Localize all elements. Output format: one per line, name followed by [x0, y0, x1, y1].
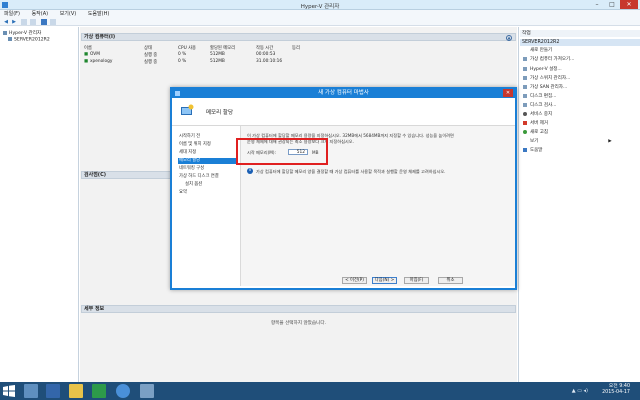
wizard-close-button[interactable]: ✕ — [503, 89, 513, 97]
cancel-button[interactable]: 취소 — [438, 277, 463, 284]
highlight-annotation — [236, 138, 328, 165]
actions-header: 작업 — [520, 30, 640, 37]
excel-icon[interactable] — [92, 384, 106, 398]
memory-info-text: 가상 컴퓨터에 할당할 메모리 양을 결정할 때 가상 컴퓨터를 사용할 목적과… — [256, 169, 446, 174]
action-label: 서비스 중지 — [530, 112, 553, 117]
monitor-icon — [181, 104, 194, 115]
action-label: 디스크 편집... — [530, 94, 557, 99]
new-vm-wizard: 새 가상 컴퓨터 마법사 ✕ 메모리 할당 시작하기 전 이름 및 위치 지정 … — [170, 87, 517, 290]
action-view[interactable]: 보기 ▶ — [523, 138, 612, 145]
file-explorer-icon[interactable] — [69, 384, 83, 398]
action-import[interactable]: 가상 컴퓨터 가져오기... — [523, 56, 574, 63]
toolbar: ◀ ▶ — [0, 18, 640, 26]
tree-server-label: SERVER2012R2 — [14, 37, 50, 43]
taskbar: ▲ ▭ ◂) 오전 9:40 2015-04-17 — [0, 382, 640, 400]
import-icon — [523, 56, 527, 61]
tree-server[interactable]: SERVER2012R2 — [8, 37, 50, 43]
action-stop-service[interactable]: 서비스 중지 — [523, 111, 552, 118]
action-hyperv-settings[interactable]: Hyper-V 설정... — [523, 66, 562, 73]
action-remove-server[interactable]: 서버 제거 — [523, 120, 548, 127]
powershell-icon[interactable] — [46, 384, 60, 398]
menu-help[interactable]: 도움말(H) — [88, 10, 109, 18]
title-bar: Hyper-V 관리자 – □ ✕ — [0, 0, 640, 10]
tree-root[interactable]: Hyper-V 관리자 — [3, 30, 41, 36]
action-label: 도움말 — [530, 148, 543, 153]
close-button[interactable]: ✕ — [620, 0, 638, 9]
server-manager-icon[interactable] — [24, 384, 38, 398]
wizard-heading: 메모리 할당 — [206, 110, 234, 116]
hyperv-manager-taskbar-icon[interactable] — [140, 384, 154, 398]
settings-icon — [523, 66, 527, 71]
nav-name-location[interactable]: 이름 및 위치 지정 — [178, 142, 236, 148]
console-tree: Hyper-V 관리자 SERVER2012R2 — [0, 27, 79, 382]
forward-arrow-icon[interactable]: ▶ — [11, 19, 17, 25]
nav-summary[interactable]: 요약 — [178, 190, 236, 196]
nav-before-you-begin[interactable]: 시작하기 전 — [178, 134, 236, 140]
switch-icon — [523, 75, 527, 80]
wizard-header: 메모리 할당 — [172, 98, 515, 126]
finish-button[interactable]: 마침(F) — [404, 277, 429, 284]
action-new[interactable]: 새로 만들기 — [523, 47, 552, 54]
properties-icon[interactable] — [30, 19, 36, 25]
wizard-title: 새 가상 컴퓨터 마법사 — [318, 90, 369, 96]
menu-view[interactable]: 보기(V) — [60, 10, 77, 18]
actions-server-header[interactable]: SERVER2012R2 — [520, 39, 640, 46]
submenu-arrow-icon: ▶ — [608, 139, 612, 144]
nav-install-options[interactable]: 설치 옵션 — [184, 182, 242, 188]
action-virtual-switch[interactable]: 가상 스위치 관리자... — [523, 75, 570, 82]
action-refresh[interactable]: 새로 고침 — [523, 129, 548, 136]
action-label: 서버 제거 — [530, 121, 548, 126]
windows-start-icon[interactable] — [3, 385, 15, 397]
action-inspect-disk[interactable]: 디스크 검사... — [523, 102, 556, 109]
nav-generation[interactable]: 세대 지정 — [178, 150, 236, 156]
action-virtual-san[interactable]: 가상 SAN 관리자... — [523, 84, 567, 91]
nav-memory[interactable]: 메모리 할당 — [178, 158, 236, 164]
next-button[interactable]: 다음(N) > — [372, 277, 397, 284]
action-label: 가상 스위치 관리자... — [530, 76, 571, 81]
action-label: 새로 고침 — [530, 130, 548, 135]
wizard-title-bar: 새 가상 컴퓨터 마법사 ✕ — [172, 89, 515, 98]
tray-icons[interactable]: ▲ ▭ ◂) — [572, 388, 588, 394]
nav-networking[interactable]: 네트워킹 구성 — [178, 166, 236, 172]
action-edit-disk[interactable]: 디스크 편집... — [523, 93, 556, 100]
actions-pane: 작업 SERVER2012R2 새로 만들기 가상 컴퓨터 가져오기... Hy… — [518, 27, 640, 382]
action-label: 보기 — [530, 139, 539, 144]
action-label: 새로 만들기 — [530, 48, 553, 53]
help-icon[interactable] — [41, 19, 47, 25]
previous-button[interactable]: < 이전(P) — [342, 277, 367, 284]
action-label: 디스크 검사... — [530, 103, 557, 108]
info-icon: i — [247, 168, 253, 174]
action-help[interactable]: 도움말 — [523, 147, 542, 154]
wizard-icon — [175, 91, 180, 96]
action-label: Hyper-V 설정... — [530, 67, 562, 72]
clock-date: 2015-04-17 — [602, 390, 630, 395]
wizard-nav: 시작하기 전 이름 및 위치 지정 세대 지정 메모리 할당 네트워킹 구성 가… — [172, 126, 238, 286]
window-title: Hyper-V 관리자 — [300, 4, 340, 10]
server-icon — [8, 37, 12, 41]
menu-file[interactable]: 파일(F) — [4, 10, 20, 18]
clock[interactable]: 오전 9:40 2015-04-17 — [602, 384, 630, 396]
action-label: 가상 컴퓨터 가져오기... — [530, 57, 575, 62]
menu-action[interactable]: 동작(A) — [32, 10, 49, 18]
console-tree-icon[interactable] — [21, 19, 27, 25]
nav-virtual-disk[interactable]: 가상 하드 디스크 연결 — [178, 174, 236, 180]
maximize-button[interactable]: □ — [605, 0, 619, 9]
help-icon — [523, 147, 527, 152]
internet-explorer-icon[interactable] — [116, 384, 130, 398]
stop-icon — [523, 111, 527, 116]
minimize-button[interactable]: – — [590, 0, 604, 9]
back-arrow-icon[interactable]: ◀ — [3, 19, 9, 25]
refresh-icon — [523, 129, 527, 134]
remove-icon — [523, 120, 527, 125]
hyperv-icon — [3, 30, 7, 35]
disk-edit-icon — [523, 93, 527, 98]
disk-inspect-icon — [523, 102, 527, 107]
san-icon — [523, 84, 527, 89]
action-pane-icon[interactable] — [50, 19, 56, 25]
action-label: 가상 SAN 관리자... — [530, 85, 568, 90]
tree-root-label: Hyper-V 관리자 — [9, 31, 42, 36]
menu-bar: 파일(F) 동작(A) 보기(V) 도움말(H) — [0, 10, 640, 18]
